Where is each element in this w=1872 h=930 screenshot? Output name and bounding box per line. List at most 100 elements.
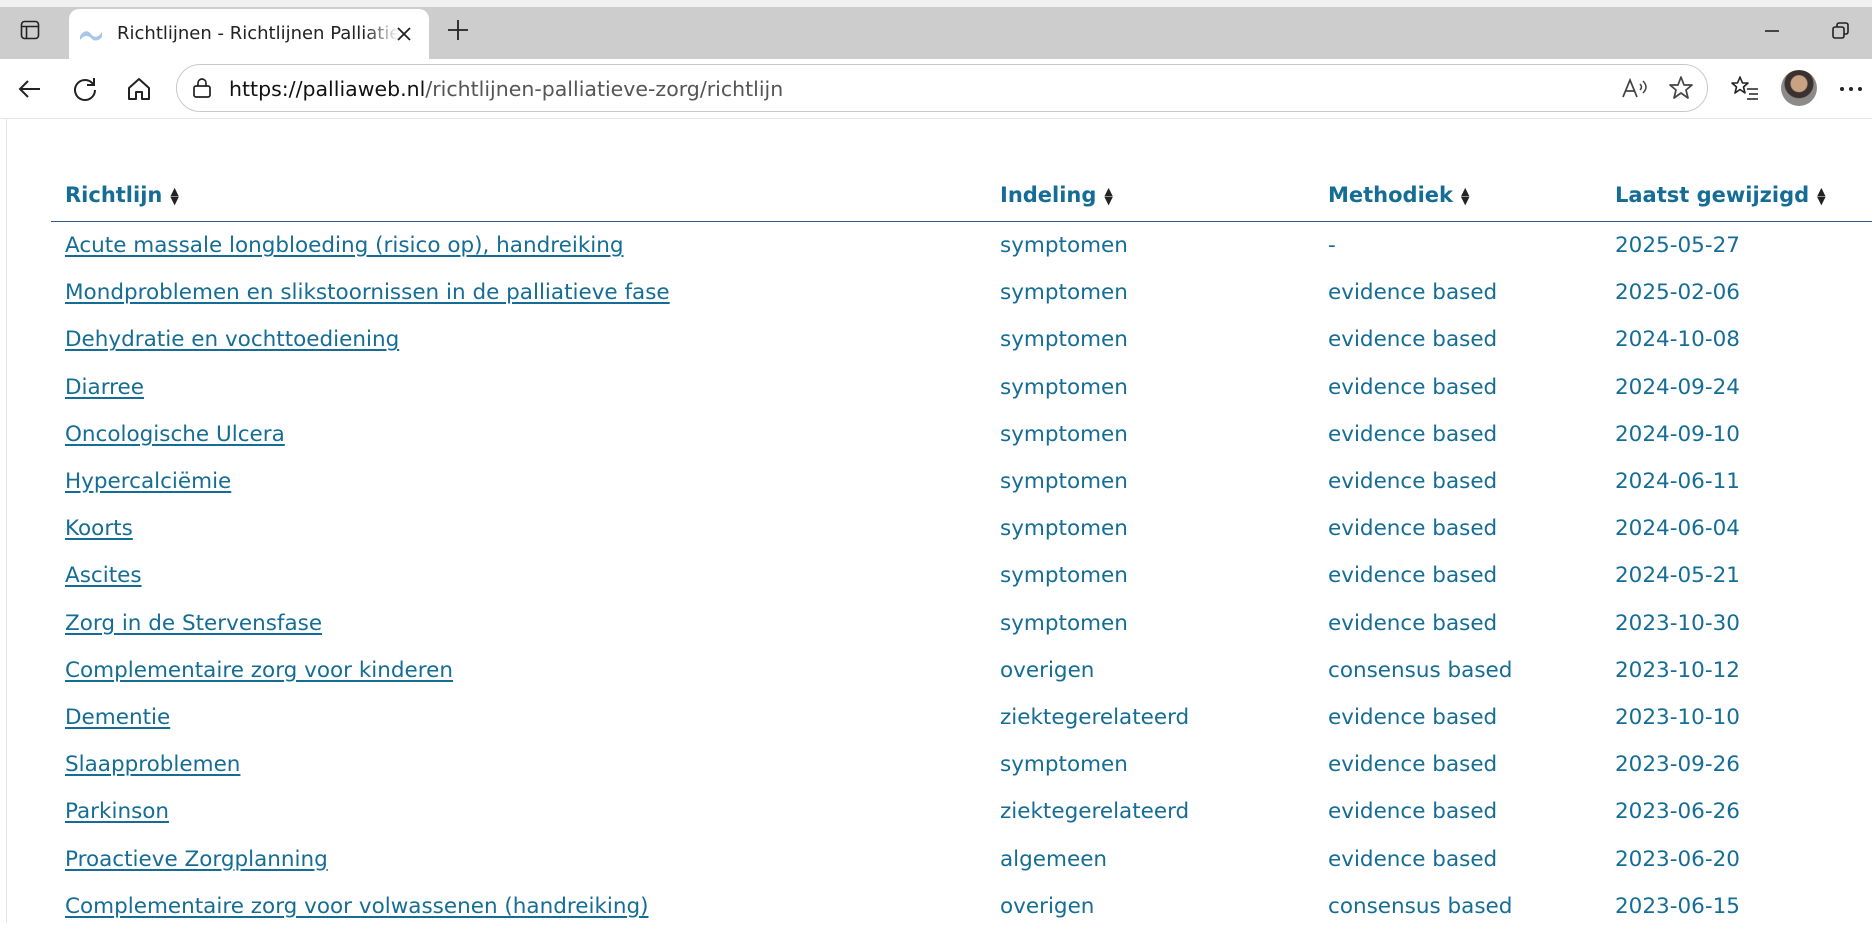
methodiek-cell: evidence based [1314, 600, 1601, 647]
address-bar[interactable]: https://palliaweb.nl/richtlijnen-palliat… [176, 64, 1708, 112]
methodiek-cell: consensus based [1328, 657, 1513, 683]
guideline-link[interactable]: Hypercalciëmie [65, 469, 231, 494]
methodiek-cell: consensus based [1328, 893, 1513, 919]
date-cell: 2023-10-12 [1601, 647, 1872, 694]
site-info-icon[interactable] [191, 77, 213, 99]
methodiek-cell: evidence based [1328, 516, 1498, 542]
date-cell: 2023-10-10 [1601, 694, 1872, 741]
sort-icon[interactable]: ▲ ▼ [1461, 186, 1469, 206]
new-tab-icon[interactable] [440, 10, 476, 50]
column-header-indeling[interactable]: Indeling ▲ ▼ [986, 169, 1314, 222]
tab-actions-icon[interactable] [8, 8, 52, 52]
guideline-link[interactable]: Acute massale longbloeding (risico op), … [65, 233, 624, 258]
table-row: Mondproblemen en slikstoornissen in de p… [51, 269, 1872, 316]
indeling-cell: ziektegerelateerd [1000, 704, 1190, 730]
indeling-cell: symptomen [986, 269, 1314, 316]
guideline-link[interactable]: Zorg in de Stervensfase [65, 611, 322, 636]
table-row: Dementie ziektegerelateerd evidence based 2… [51, 694, 1872, 741]
date-cell: 2024-10-08 [1601, 316, 1872, 363]
methodiek-cell: evidence based [1314, 411, 1601, 458]
indeling-cell: ziektegerelateerd [986, 788, 1314, 835]
favorites-list-icon[interactable] [1730, 74, 1760, 104]
active-tab[interactable]: Richtlijnen - Richtlijnen Palliatieve zo… [69, 9, 429, 59]
guideline-link[interactable]: Complementaire zorg voor kinderen [65, 658, 453, 683]
guideline-link[interactable]: Ascites [65, 563, 142, 588]
methodiek-cell: evidence based [1328, 610, 1498, 636]
date-cell: 2025-05-27 [1615, 233, 1740, 259]
tab-title: Richtlijnen - Richtlijnen Palliatieve zo… [117, 23, 399, 44]
date-cell: 2023-06-20 [1601, 835, 1872, 882]
guideline-cell: Acute massale longbloeding (risico op), … [51, 222, 986, 270]
minimize-icon[interactable] [1760, 19, 1784, 43]
date-cell: 2024-06-11 [1615, 469, 1740, 495]
home-icon[interactable] [122, 72, 156, 106]
restore-icon[interactable] [1828, 19, 1852, 43]
table-row: Diarree symptomen evidence based 2024-09-24 [51, 364, 1872, 411]
tab-strip: Richtlijnen - Richtlijnen Palliatieve zo… [0, 0, 1872, 59]
indeling-cell: symptomen [986, 222, 1314, 270]
indeling-cell: symptomen [1000, 280, 1128, 306]
guideline-link[interactable]: Mondproblemen en slikstoornissen in de p… [65, 280, 670, 305]
indeling-cell: symptomen [1000, 563, 1128, 589]
guideline-link[interactable]: Complementaire zorg voor volwassenen (ha… [65, 894, 649, 919]
url-path: /richtlijnen-palliatieve-zorg/richtlijn [425, 77, 784, 101]
indeling-cell: overigen [1000, 893, 1095, 919]
date-cell: 2024-09-10 [1601, 411, 1872, 458]
guideline-link[interactable]: Dehydratie en vochttoediening [65, 327, 399, 352]
indeling-cell: symptomen [1000, 516, 1128, 542]
sort-icon[interactable]: ▲ ▼ [1104, 186, 1112, 206]
back-icon[interactable] [13, 72, 47, 106]
methodiek-cell: evidence based [1328, 374, 1498, 400]
sort-icon[interactable]: ▲ ▼ [1817, 186, 1825, 206]
more-icon[interactable] [1838, 77, 1864, 101]
indeling-cell: symptomen [1000, 374, 1128, 400]
header-label: Laatst gewijzigd [1615, 183, 1810, 207]
guideline-link[interactable]: Dementie [65, 705, 170, 730]
column-header-richtlijn[interactable]: Richtlijn ▲ ▼ [51, 169, 986, 222]
table-row: Hypercalciëmie symptomen evidence based 202… [51, 458, 1872, 505]
guideline-link[interactable]: Koorts [65, 516, 133, 541]
methodiek-cell: evidence based [1314, 269, 1601, 316]
date-cell: 2023-06-26 [1601, 788, 1872, 835]
column-header-methodiek[interactable]: Methodiek ▲ ▼ [1314, 169, 1601, 222]
guideline-link[interactable]: Proactieve Zorgplanning [65, 847, 328, 872]
profile-avatar[interactable] [1781, 70, 1817, 106]
date-cell: 2023-06-20 [1615, 846, 1740, 872]
refresh-icon[interactable] [68, 72, 102, 106]
header-label: Methodiek [1328, 183, 1453, 207]
column-header-laatst-gewijzigd[interactable]: Laatst gewijzigd ▲ ▼ [1601, 169, 1872, 222]
table-header-row: Richtlijn ▲ ▼ Indeling ▲ ▼ Methodiek ▲ ▼ Laats… [51, 169, 1872, 222]
url-text[interactable]: https://palliaweb.nl/richtlijnen-palliat… [229, 77, 783, 101]
guideline-cell: Mondproblemen en slikstoornissen in de p… [51, 269, 986, 316]
table-row: Parkinson ziektegerelateerd evidence based… [51, 788, 1872, 835]
close-icon[interactable] [393, 23, 415, 45]
indeling-cell: ziektegerelateerd [986, 694, 1314, 741]
methodiek-cell: evidence based [1328, 752, 1498, 778]
methodiek-cell: evidence based [1328, 469, 1498, 495]
methodiek-cell: evidence based [1328, 799, 1498, 825]
indeling-cell: algemeen [986, 835, 1314, 882]
guideline-cell: Diarree [51, 364, 986, 411]
sort-icon[interactable]: ▲ ▼ [170, 186, 178, 206]
indeling-cell: ziektegerelateerd [1000, 799, 1190, 825]
favorite-icon[interactable] [1667, 74, 1695, 102]
guideline-link[interactable]: Diarree [65, 375, 144, 400]
indeling-cell: symptomen [1000, 233, 1128, 259]
table-row: Dehydratie en vochttoediening symptomen ev… [51, 316, 1872, 363]
methodiek-cell: evidence based [1314, 458, 1601, 505]
read-aloud-icon[interactable] [1620, 75, 1648, 103]
title-bar [0, 0, 1872, 7]
guideline-link[interactable]: Parkinson [65, 799, 169, 824]
date-cell: 2023-10-30 [1601, 600, 1872, 647]
date-cell: 2023-10-30 [1615, 610, 1740, 636]
guideline-link[interactable]: Slaapproblemen [65, 752, 240, 777]
guideline-cell: Parkinson [51, 788, 986, 835]
methodiek-cell: evidence based [1314, 316, 1601, 363]
indeling-cell: symptomen [986, 458, 1314, 505]
guideline-link[interactable]: Oncologische Ulcera [65, 422, 285, 447]
indeling-cell: overigen [986, 647, 1314, 694]
date-cell: 2024-06-04 [1615, 516, 1740, 542]
methodiek-cell: evidence based [1328, 704, 1498, 730]
header-label: Richtlijn [65, 183, 163, 207]
indeling-cell: symptomen [986, 411, 1314, 458]
